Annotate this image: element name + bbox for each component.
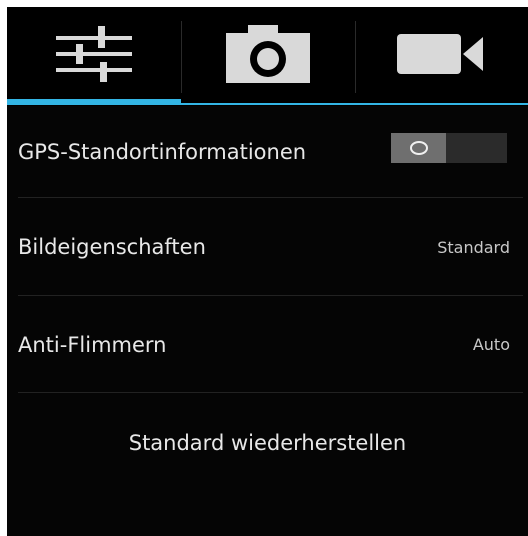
gps-toggle[interactable] <box>391 133 507 163</box>
video-camera-icon <box>396 33 483 74</box>
tab-video[interactable] <box>355 7 528 100</box>
sliders-icon <box>56 25 132 82</box>
gps-setting-label: GPS-Standortinformationen <box>18 140 307 164</box>
image-properties-row[interactable]: Bildeigenschaften Standard <box>7 198 528 296</box>
camera-settings-panel: GPS-Standortinformationen Bildeigenschaf… <box>7 7 528 536</box>
image-properties-label: Bildeigenschaften <box>18 235 206 259</box>
image-properties-value: Standard <box>437 237 510 257</box>
anti-flicker-value: Auto <box>472 335 510 354</box>
divider <box>18 392 523 393</box>
tab-camera[interactable] <box>181 7 355 100</box>
selected-tab-indicator <box>7 99 181 105</box>
off-indicator-icon <box>409 141 428 155</box>
restore-defaults-button[interactable]: Standard wiederherstellen <box>7 415 528 471</box>
tab-settings[interactable] <box>7 7 181 100</box>
toggle-thumb <box>391 133 446 163</box>
anti-flicker-row[interactable]: Anti-Flimmern Auto <box>7 296 528 393</box>
anti-flicker-label: Anti-Flimmern <box>18 332 167 357</box>
tab-bar <box>7 7 528 106</box>
camera-icon <box>226 24 310 83</box>
